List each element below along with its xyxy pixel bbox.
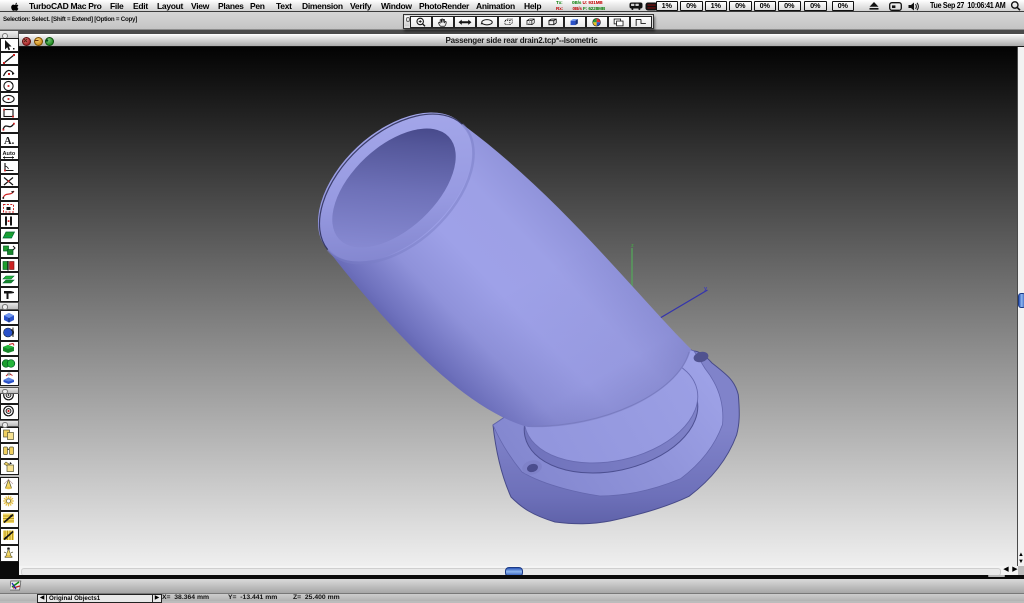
svg-text:z: z: [631, 243, 634, 249]
svg-text:Auto: Auto: [3, 151, 16, 157]
svg-text:A.: A.: [4, 136, 15, 146]
svg-text:y: y: [704, 286, 708, 292]
